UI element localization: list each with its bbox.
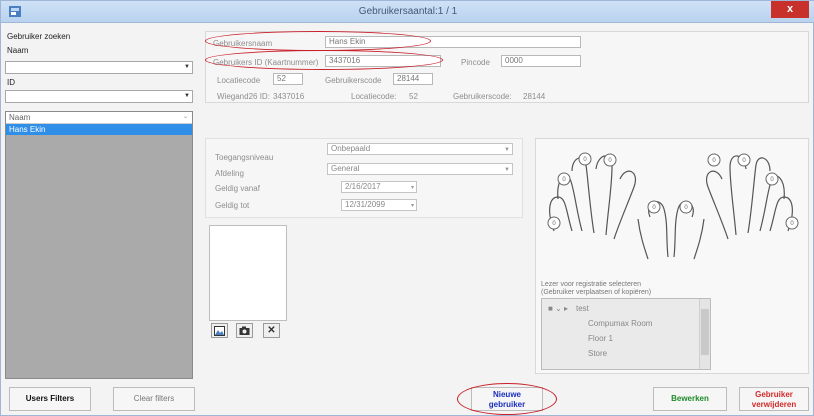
department-label: Afdeling	[215, 169, 244, 178]
list-column-header[interactable]: Naam ⌄	[6, 112, 192, 124]
department-dropdown[interactable]: General ▼	[327, 163, 513, 175]
location-code-input[interactable]: 52	[273, 73, 303, 85]
valid-from-label: Geldig vanaf	[215, 184, 260, 193]
close-x-icon: ✕	[267, 325, 276, 336]
chevron-down-icon: ▼	[504, 147, 510, 153]
close-button[interactable]: x	[771, 1, 809, 18]
app-window: Gebruikersaantal:1 / 1 x Gebruiker zoeke…	[0, 0, 814, 416]
valid-to-label: Geldig tot	[215, 201, 250, 210]
title-bar: Gebruikersaantal:1 / 1 x	[1, 1, 814, 23]
clear-filters-button[interactable]: Clear filters	[113, 387, 195, 411]
location-code-readonly-label: Locatiecode:	[351, 92, 397, 101]
hands-diagram: 0 0 0 0 0 0 0 0 0 0	[547, 152, 799, 260]
calendar-icon: ▾	[410, 185, 414, 191]
user-photo	[209, 225, 287, 321]
name-search-dropdown[interactable]: ▼	[5, 61, 193, 74]
delete-user-label-line2: verwijderen	[751, 400, 797, 409]
valid-to-value: 12/31/2099	[345, 200, 386, 209]
reader-move-hint: (Gebruiker verplaatsen of kopiëren)	[541, 289, 652, 296]
scrollbar-thumb[interactable]	[701, 309, 709, 355]
sort-arrow-icon: ⌄	[182, 114, 188, 120]
usercode-label: Gebruikerscode	[325, 76, 382, 85]
valid-from-date[interactable]: 2/16/2017 ▾	[341, 181, 417, 193]
location-code-readonly-value: 52	[409, 92, 418, 101]
username-highlight-ellipse	[205, 31, 431, 51]
tree-root-icon: ■ ⌄ ▸	[548, 304, 568, 313]
location-code-label: Locatiecode	[217, 76, 261, 85]
access-level-dropdown[interactable]: Onbepaald ▼	[327, 143, 513, 155]
reader-tree[interactable]: ■ ⌄ ▸ test Compumax Room Floor 1 Store	[541, 298, 711, 370]
calendar-icon: ▾	[410, 203, 414, 209]
user-list[interactable]: Naam ⌄ Hans Ekin	[5, 111, 193, 379]
wiegand-label: Wiegand26 ID:	[217, 92, 270, 101]
access-level-value: Onbepaald	[331, 144, 371, 153]
usercode-readonly-value: 28144	[523, 92, 546, 101]
image-upload-button[interactable]	[211, 323, 228, 338]
chevron-down-icon: ▼	[184, 64, 190, 70]
pincode-label: Pincode	[461, 58, 490, 67]
id-label: ID	[7, 78, 15, 87]
chevron-down-icon: ▼	[184, 93, 190, 99]
window-title: Gebruikersaantal:1 / 1	[358, 6, 458, 17]
tree-item[interactable]: Compumax Room	[588, 319, 652, 328]
reader-select-hint: Lezer voor registratie selecteren	[541, 281, 641, 288]
camera-button[interactable]	[236, 323, 253, 338]
department-value: General	[331, 164, 360, 173]
search-header: Gebruiker zoeken	[7, 32, 71, 41]
access-level-label: Toegangsniveau	[215, 153, 274, 162]
usercode-readonly-label: Gebruikerscode:	[453, 92, 512, 101]
image-icon	[214, 326, 225, 336]
tree-item[interactable]: Floor 1	[588, 334, 613, 343]
camera-icon	[239, 326, 250, 335]
card-id-highlight-ellipse	[205, 50, 443, 70]
tree-item[interactable]: Store	[588, 349, 607, 358]
valid-from-value: 2/16/2017	[345, 182, 381, 191]
edit-button[interactable]: Bewerken	[653, 387, 727, 411]
delete-photo-button[interactable]: ✕	[263, 323, 280, 338]
pincode-input[interactable]: 0000	[501, 55, 581, 67]
tree-item-test[interactable]: test	[576, 304, 589, 313]
new-user-highlight-ellipse	[457, 383, 557, 415]
users-filters-button[interactable]: Users Filters	[9, 387, 91, 411]
wiegand-value: 3437016	[273, 92, 305, 101]
name-label: Naam	[7, 46, 29, 55]
id-search-dropdown[interactable]: ▼	[5, 90, 193, 103]
delete-user-label-line1: Gebruiker	[755, 390, 793, 399]
valid-to-date[interactable]: 12/31/2099 ▾	[341, 199, 417, 211]
list-item[interactable]: Hans Ekin	[6, 124, 192, 135]
tree-scrollbar[interactable]	[699, 299, 710, 369]
delete-user-button[interactable]: Gebruiker verwijderen	[739, 387, 809, 411]
list-header-label: Naam	[9, 113, 31, 122]
chevron-down-icon: ▼	[504, 167, 510, 173]
usercode-input[interactable]: 28144	[393, 73, 433, 85]
